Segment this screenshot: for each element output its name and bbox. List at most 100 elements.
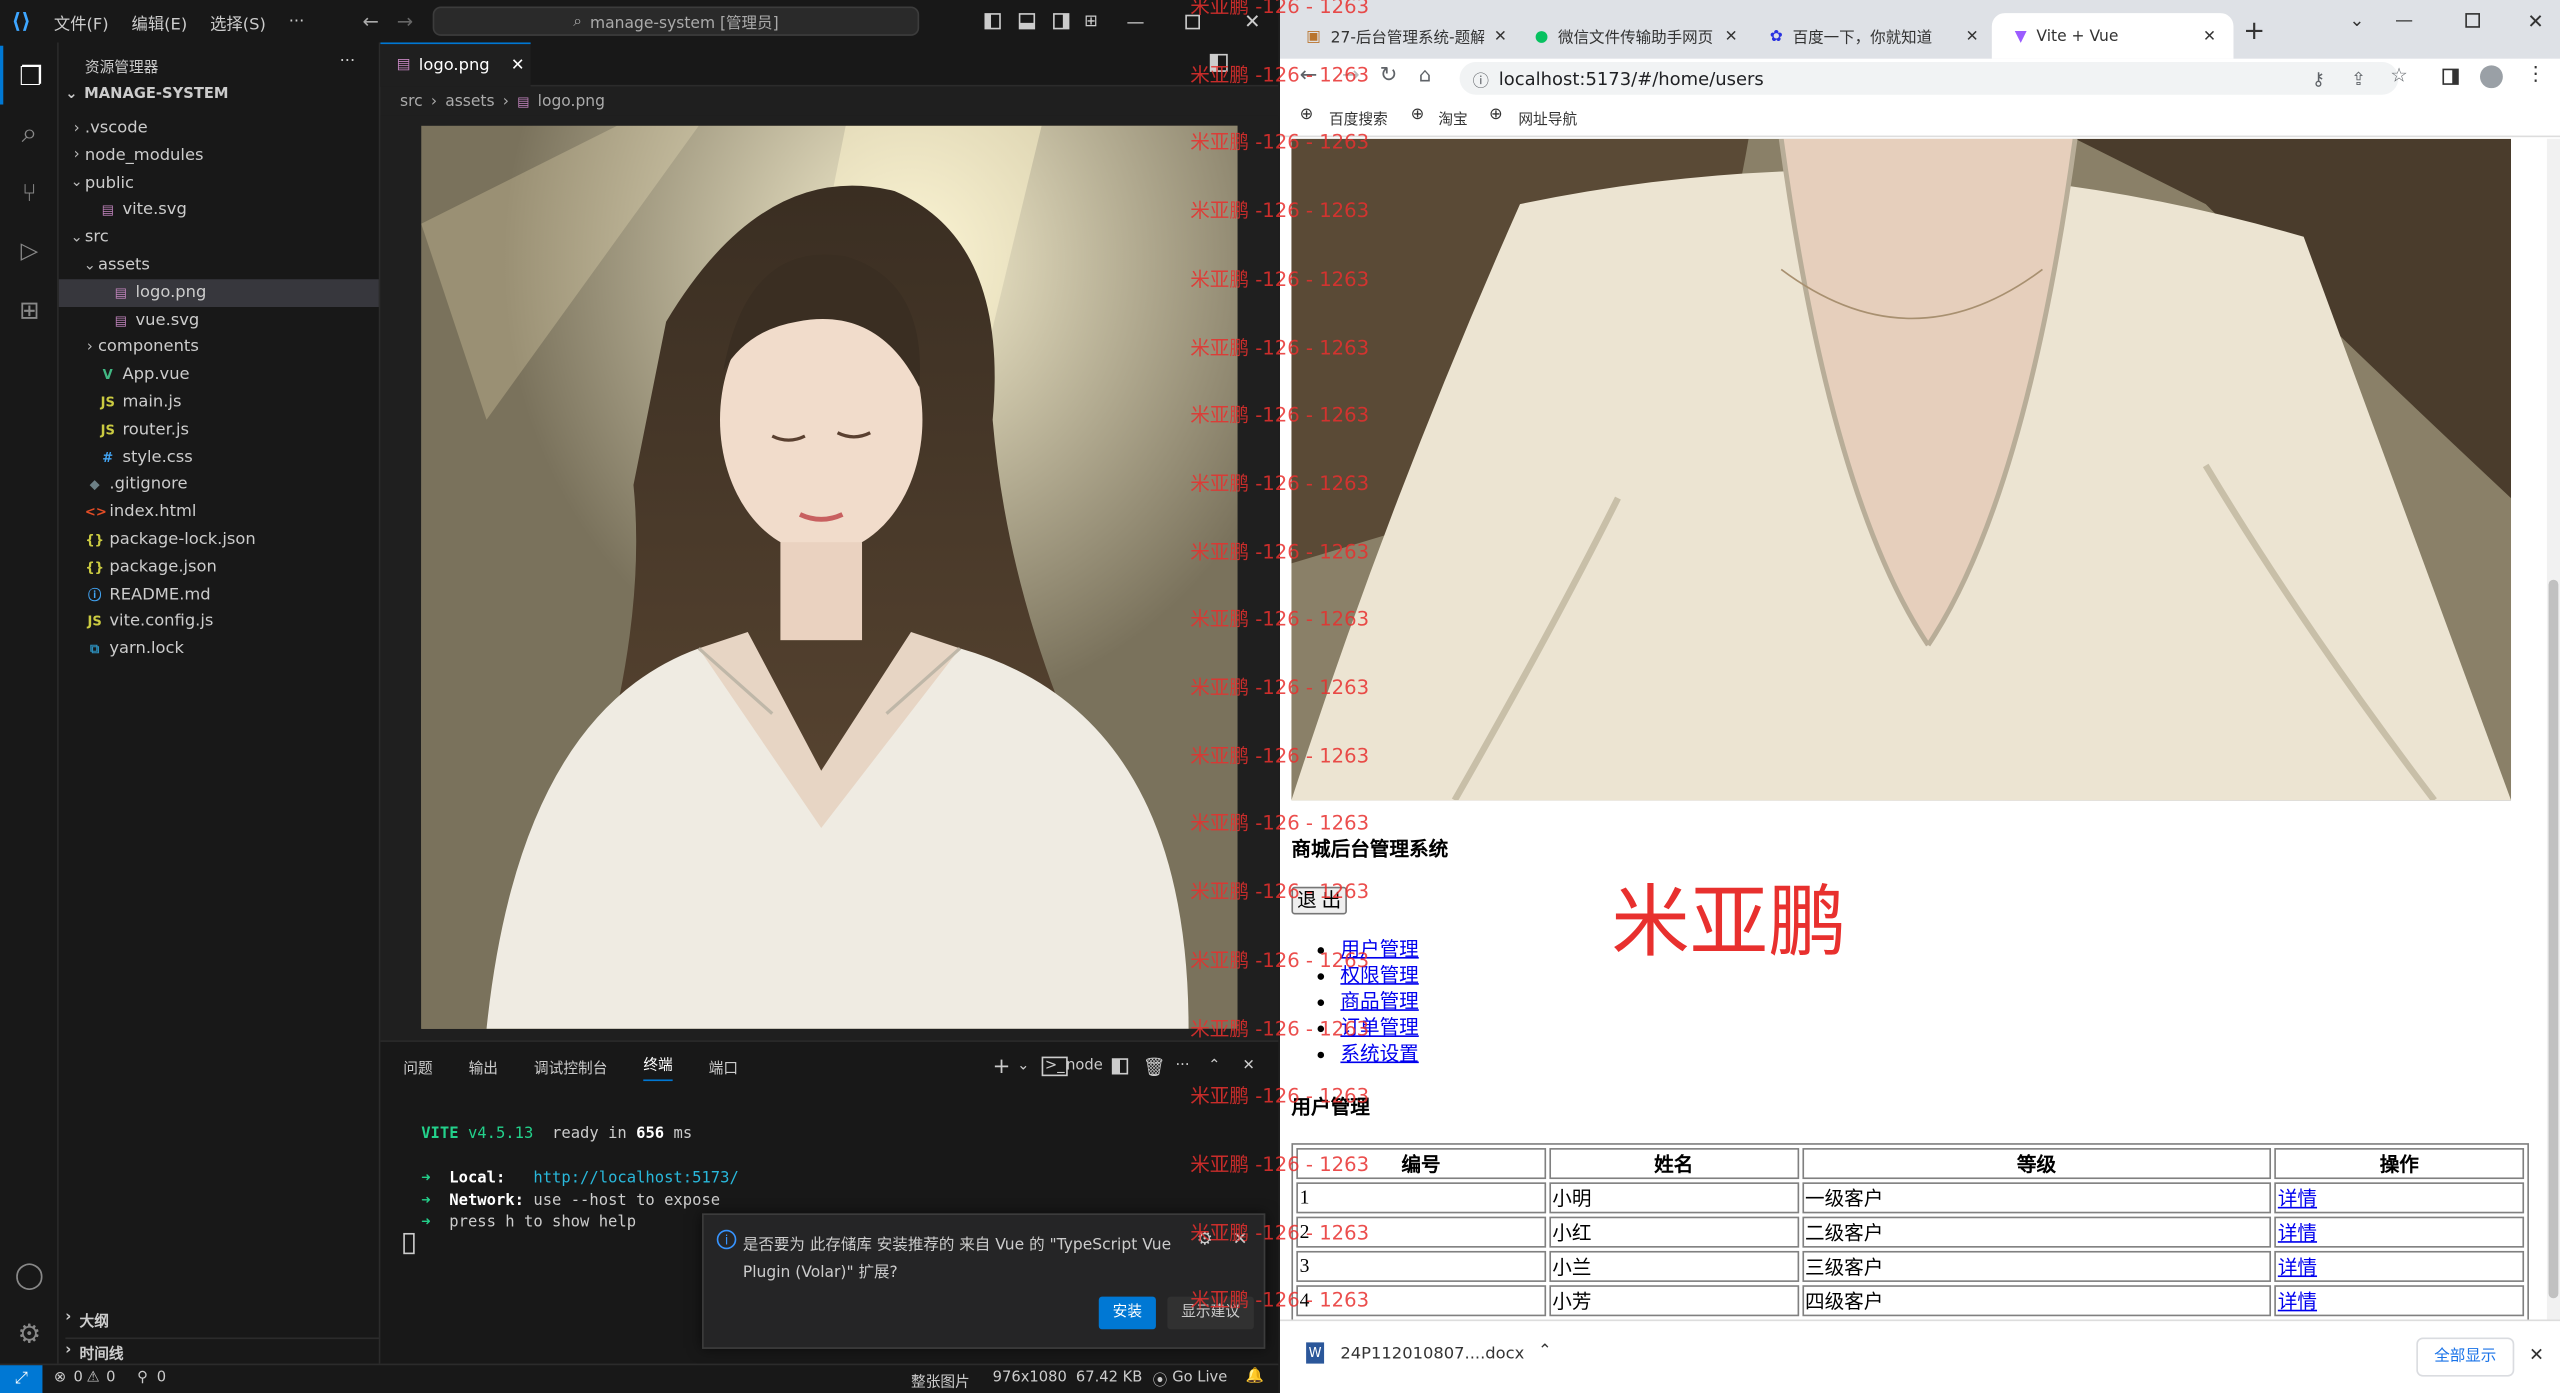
tree-item[interactable]: V App.vue (59, 361, 379, 389)
warning-count[interactable]: 0 (106, 1370, 115, 1386)
tree-item[interactable]: ⓘ README.md (59, 581, 379, 609)
nav-forward-icon[interactable]: → (397, 10, 413, 33)
explorer-more-button[interactable]: ··· (340, 52, 356, 70)
download-filename[interactable]: 24P112010807....docx (1340, 1346, 1524, 1364)
detail-link[interactable]: 详情 (2278, 1256, 2317, 1279)
detail-link[interactable]: 详情 (2278, 1290, 2317, 1313)
remote-indicator[interactable]: ⤢ (0, 1365, 43, 1393)
new-tab-button[interactable]: + (2243, 15, 2265, 46)
project-header[interactable]: ⌄ MANAGE-SYSTEM (65, 87, 228, 103)
go-live-button[interactable]: Go Live (1172, 1370, 1227, 1386)
maximize-panel-icon[interactable]: ⌃ (1208, 1058, 1220, 1074)
detail-link[interactable]: 详情 (2278, 1222, 2317, 1245)
close-window-icon[interactable]: ✕ (2527, 10, 2543, 33)
menu-edit[interactable]: 编辑(E) (120, 9, 199, 34)
tree-item[interactable]: JS vite.config.js (59, 608, 379, 636)
tree-item[interactable]: {} package.json (59, 553, 379, 581)
minimize-icon[interactable]: — (2395, 10, 2413, 31)
maximize-icon[interactable] (2465, 13, 2480, 28)
share-icon[interactable]: ⇪ (2351, 68, 2366, 89)
error-icon[interactable]: ⊗ (54, 1370, 66, 1386)
tab-close-icon[interactable]: ✕ (1725, 27, 1738, 45)
tree-item[interactable]: ▤ logo.png (58, 278, 379, 307)
page-scrollbar[interactable] (2546, 138, 2560, 1320)
tab-close-icon[interactable]: ✕ (1966, 27, 1979, 45)
tree-item[interactable]: ◆ .gitignore (59, 471, 379, 499)
menu-select[interactable]: 选择(S) (199, 9, 278, 34)
show-all-button[interactable]: 全部显示 (2416, 1337, 2515, 1377)
side-panel-icon[interactable] (2442, 68, 2459, 85)
menu-link-settings[interactable]: 系统设置 (1340, 1042, 1418, 1065)
tab-ports[interactable]: 端口 (709, 1056, 738, 1077)
chevron-down-icon[interactable]: ⌄ (1017, 1058, 1029, 1074)
menu-more[interactable]: ··· (277, 12, 315, 30)
tab-close-icon[interactable]: ✕ (1494, 27, 1507, 45)
breadcrumb-file[interactable]: logo.png (538, 92, 605, 110)
new-terminal-icon[interactable]: + (993, 1054, 1011, 1078)
tab-search-icon[interactable]: ⌄ (2349, 10, 2364, 31)
ports-count[interactable]: 0 (157, 1370, 166, 1386)
terminal-shell-name[interactable]: node (1066, 1058, 1103, 1074)
tree-item[interactable]: # style.css (59, 444, 379, 472)
tree-item[interactable]: › components (59, 334, 379, 362)
tree-item[interactable]: › node_modules (59, 142, 379, 170)
bookmark-taobao[interactable]: 淘宝 (1438, 108, 1467, 129)
browser-tab-active[interactable]: ▼ Vite + Vue ✕ (1991, 13, 2234, 59)
tree-item[interactable]: ⌄ src (59, 224, 379, 252)
settings-gear-icon[interactable]: ⚙ (0, 1303, 59, 1362)
key-icon[interactable]: ⚷ (2312, 68, 2325, 89)
customize-layout-icon[interactable]: ⊞ (1084, 12, 1098, 30)
chevron-up-icon[interactable]: ⌃ (1538, 1342, 1552, 1360)
menu-link-products[interactable]: 商品管理 (1340, 990, 1418, 1013)
tree-item[interactable]: ⧉ yarn.lock (59, 636, 379, 664)
breadcrumb-assets[interactable]: assets (445, 92, 494, 110)
tab-output[interactable]: 输出 (469, 1056, 498, 1077)
bookmark-baidu-search[interactable]: 百度搜索 (1329, 108, 1388, 129)
error-count[interactable]: 0 (73, 1370, 82, 1386)
breadcrumb-src[interactable]: src (400, 92, 423, 110)
split-terminal-icon[interactable] (1111, 1058, 1129, 1075)
tab-debug-console[interactable]: 调试控制台 (534, 1056, 607, 1077)
more-actions-icon[interactable]: ··· (1176, 1058, 1190, 1074)
toggle-secondary-sidebar-icon[interactable] (1053, 13, 1070, 30)
tree-item[interactable]: JS router.js (59, 416, 379, 444)
home-icon[interactable]: ⌂ (1419, 64, 1431, 87)
command-center-search[interactable]: ⌕ manage-system [管理员] (432, 6, 920, 36)
close-download-bar-icon[interactable]: ✕ (2529, 1344, 2544, 1365)
explorer-icon[interactable]: ❐ (0, 45, 59, 105)
account-icon[interactable]: ◯ (0, 1244, 59, 1303)
menu-file[interactable]: 文件(F) (42, 9, 120, 34)
reload-icon[interactable]: ↻ (1380, 64, 1398, 88)
browser-tab[interactable]: ▣ 27-后台管理系统-题解 ✕ (1283, 13, 1508, 59)
install-button[interactable]: 安装 (1098, 1296, 1156, 1330)
tab-logo-png[interactable]: ▤ logo.png ✕ (380, 42, 531, 87)
timeline-section[interactable]: › 时间线 (65, 1337, 381, 1364)
tree-item[interactable]: JS main.js (59, 389, 379, 417)
tree-item[interactable]: ▤ vue.svg (59, 306, 379, 334)
tab-close-icon[interactable]: ✕ (511, 56, 525, 74)
tab-close-icon[interactable]: ✕ (2203, 27, 2216, 45)
trash-icon[interactable]: 🗑 (1143, 1056, 1166, 1077)
tree-item[interactable]: ⌄ public (59, 169, 379, 197)
source-control-icon[interactable]: ⑂ (0, 163, 59, 222)
site-info-icon[interactable]: ⓘ (1473, 66, 1489, 91)
nav-back-icon[interactable]: ← (362, 10, 378, 33)
tree-item[interactable]: {} package-lock.json (59, 526, 379, 554)
scrollbar-thumb[interactable] (2548, 579, 2559, 1299)
url-text[interactable]: localhost:5173/#/home/users (1499, 68, 1764, 89)
outline-section[interactable]: › 大纲 (65, 1310, 109, 1331)
tree-item[interactable]: › .vscode (59, 114, 379, 142)
tree-item[interactable]: ⌄ assets (59, 251, 379, 279)
tree-item[interactable]: <> index.html (59, 498, 379, 526)
toggle-sidebar-icon[interactable] (984, 13, 1001, 30)
tab-terminal[interactable]: 终端 (643, 1053, 673, 1081)
warning-icon[interactable]: ⚠ (87, 1370, 100, 1386)
minimize-icon[interactable]: — (1127, 11, 1145, 32)
profile-avatar-icon[interactable] (2479, 65, 2503, 89)
bell-icon[interactable]: 🔔 (1246, 1369, 1264, 1385)
tab-problems[interactable]: 问题 (403, 1056, 432, 1077)
run-debug-icon[interactable]: ▷ (0, 222, 59, 281)
bookmark-nav[interactable]: 网址导航 (1518, 108, 1577, 129)
terminal-cursor[interactable] (403, 1232, 415, 1255)
search-activity-icon[interactable]: ⌕ (0, 105, 59, 164)
